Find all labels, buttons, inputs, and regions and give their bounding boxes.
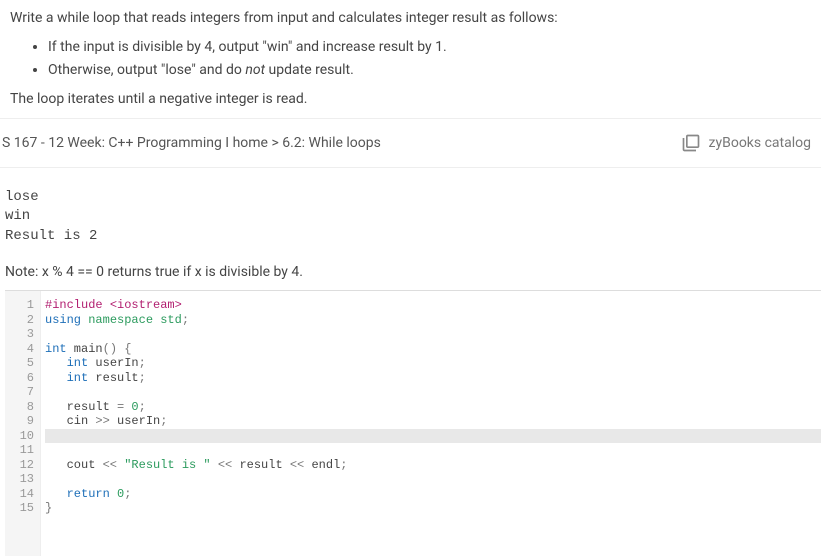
code-line[interactable] [45,327,821,342]
instructions-intro: Write a while loop that reads integers f… [10,8,811,29]
code-line[interactable]: return 0; [45,487,821,502]
hint-note: Note: x % 4 == 0 returns true if x is di… [0,260,821,290]
problem-instructions: Write a while loop that reads integers f… [0,0,821,118]
code-line[interactable]: int result; [45,371,821,386]
code-line[interactable]: int userIn; [45,356,821,371]
code-line[interactable]: int main() { [45,342,821,357]
catalog-link[interactable]: zyBooks catalog [681,133,811,153]
code-line-active[interactable] [45,429,821,444]
breadcrumb[interactable]: S 167 - 12 Week: C++ Programming I home … [2,135,381,151]
code-line[interactable]: using namespace std; [45,313,821,328]
code-line[interactable] [45,443,821,458]
output-line: win [5,208,30,224]
instructions-list: If the input is divisible by 4, output "… [48,37,811,81]
list-item: Otherwise, output "lose" and do not upda… [48,60,811,81]
code-line[interactable]: result = 0; [45,400,821,415]
sample-output: lose win Result is 2 [0,168,821,260]
nav-bar: S 167 - 12 Week: C++ Programming I home … [0,118,821,168]
output-line: lose [5,189,39,205]
code-line[interactable] [45,385,821,400]
code-line[interactable]: } [45,501,821,516]
list-item: If the input is divisible by 4, output "… [48,37,811,58]
catalog-label: zyBooks catalog [709,135,811,151]
code-editor[interactable]: 1 2 3 4 5 6 7 8 9 10 11 12 13 14 15 #inc… [5,290,821,556]
code-line[interactable]: #include <iostream> [45,298,821,313]
code-line[interactable] [45,472,821,487]
code-body[interactable]: #include <iostream> using namespace std;… [41,291,821,556]
line-gutter: 1 2 3 4 5 6 7 8 9 10 11 12 13 14 15 [5,291,41,556]
code-line[interactable]: cout << "Result is " << result << endl; [45,458,821,473]
code-line[interactable]: cin >> userIn; [45,414,821,429]
instructions-outro: The loop iterates until a negative integ… [10,89,811,110]
output-line: Result is 2 [5,228,97,244]
library-icon [681,133,701,153]
